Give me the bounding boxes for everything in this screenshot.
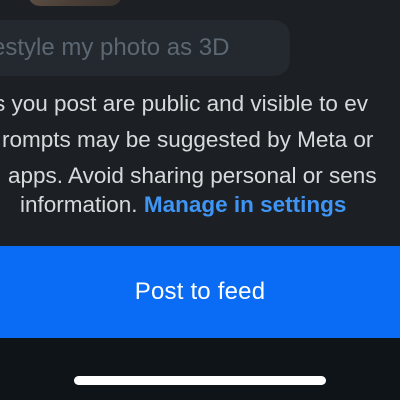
- post-to-feed-button[interactable]: Post to feed: [0, 246, 400, 338]
- privacy-disclaimer: s you post are public and visible to ev …: [0, 90, 400, 218]
- photo-thumbnail[interactable]: [28, 0, 122, 6]
- action-bar: Post to feed: [0, 246, 400, 400]
- disclaimer-line-3: apps. Avoid sharing personal or sens: [8, 163, 377, 188]
- disclaimer-line-2: rompts may be suggested by Meta or: [2, 127, 374, 152]
- disclaimer-line-1: s you post are public and visible to ev: [0, 91, 368, 116]
- disclaimer-line-4: information. Manage in settings: [20, 191, 346, 219]
- post-sheet: estyle my photo as 3D s you post are pub…: [0, 0, 400, 400]
- content-panel: estyle my photo as 3D s you post are pub…: [0, 0, 400, 246]
- prompt-text: estyle my photo as 3D: [0, 34, 230, 61]
- home-indicator[interactable]: [74, 376, 326, 385]
- manage-in-settings-link[interactable]: Manage in settings: [144, 192, 347, 217]
- disclaimer-line-4-text: information.: [20, 192, 138, 217]
